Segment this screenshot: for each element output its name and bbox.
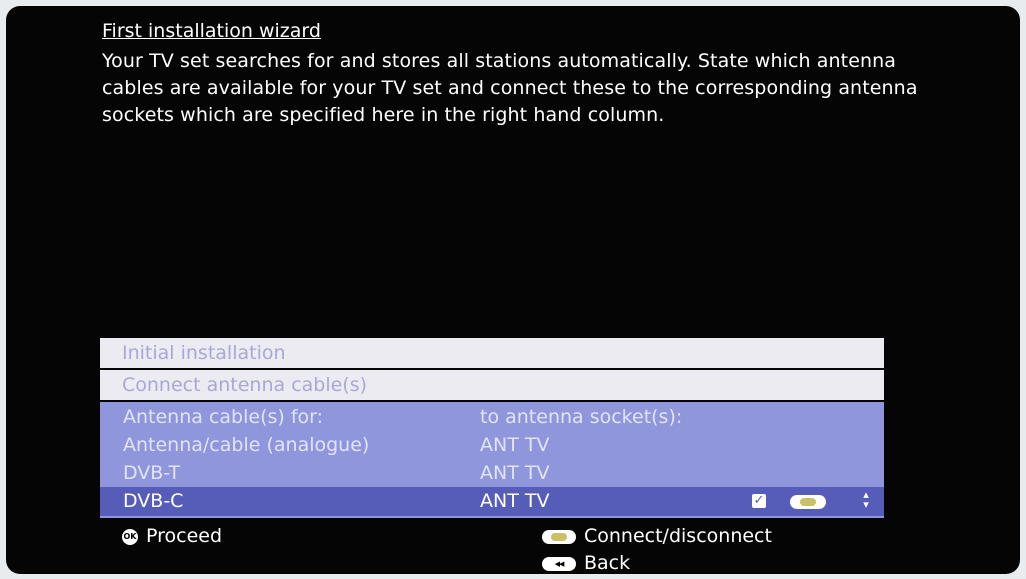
antenna-table: Antenna cable(s) for: to antenna socket(… xyxy=(100,402,884,518)
wizard-title: First installation wizard xyxy=(102,20,321,42)
back-key-icon xyxy=(542,556,576,571)
row-source: Antenna/cable (analogue) xyxy=(123,434,370,456)
menu-breadcrumb-initial-installation[interactable]: Initial installation xyxy=(100,338,884,368)
proceed-label: Proceed xyxy=(146,525,223,547)
row-source: DVB-T xyxy=(123,462,181,484)
column-header-socket: to antenna socket(s): xyxy=(480,406,683,428)
row-socket: ANT TV xyxy=(480,490,550,512)
connect-disconnect-hint[interactable]: Connect/disconnect xyxy=(542,524,772,548)
table-row-selected[interactable]: DVB-C ANT TV ✓ ▴ ▾ xyxy=(100,487,884,516)
row-socket: ANT TV xyxy=(480,434,550,456)
yellow-key-icon xyxy=(790,495,826,509)
back-label: Back xyxy=(584,552,631,574)
wizard-description: Your TV set searches for and stores all … xyxy=(102,50,918,126)
table-row[interactable]: Antenna/cable (analogue) ANT TV xyxy=(100,431,884,460)
up-down-arrows-icon: ▴ ▾ xyxy=(863,488,869,511)
tv-screen: First installation wizard Your TV set se… xyxy=(6,6,1020,574)
row-source: DVB-C xyxy=(123,490,184,512)
row-socket: ANT TV xyxy=(480,462,550,484)
ok-button-icon: OK xyxy=(122,528,138,545)
table-row[interactable]: DVB-T ANT TV xyxy=(100,459,884,488)
back-hint[interactable]: Back xyxy=(542,551,630,574)
table-header-row: Antenna cable(s) for: to antenna socket(… xyxy=(100,403,884,432)
checkbox-checked-icon[interactable]: ✓ xyxy=(752,494,766,508)
yellow-key-icon xyxy=(542,529,576,544)
column-header-cable: Antenna cable(s) for: xyxy=(123,406,324,428)
wizard-header: First installation wizard Your TV set se… xyxy=(102,18,962,129)
connect-disconnect-label: Connect/disconnect xyxy=(584,525,772,547)
menu-breadcrumb-connect-antenna[interactable]: Connect antenna cable(s) xyxy=(100,370,884,400)
proceed-hint[interactable]: OK Proceed xyxy=(122,524,222,548)
